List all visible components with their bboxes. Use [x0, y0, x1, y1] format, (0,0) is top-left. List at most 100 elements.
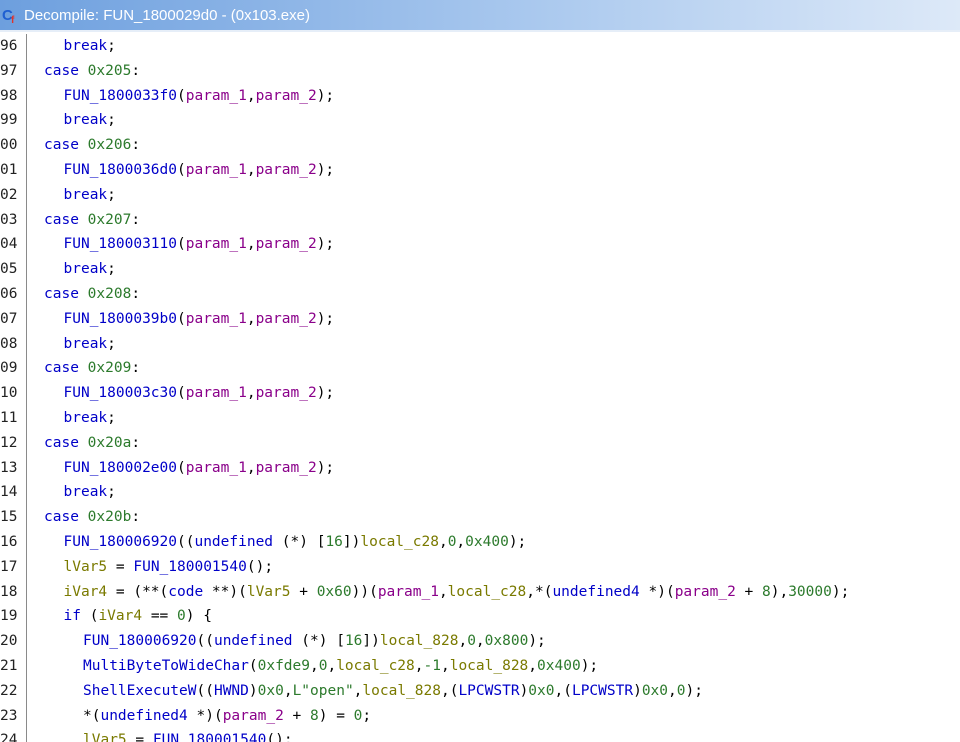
code-line[interactable]: 22 ShellExecuteW((HWND)0x0,L"open",local_…: [0, 679, 960, 703]
number-token: 0x20b: [87, 509, 132, 526]
param-token[interactable]: param_2: [256, 88, 317, 104]
ghidra-decompile-icon: C f: [2, 6, 20, 26]
keyword-token: case: [44, 360, 79, 377]
local-var-token[interactable]: lVar5: [247, 584, 291, 600]
param-token[interactable]: param_2: [256, 460, 317, 476]
code-line[interactable]: 19 if (iVar4 == 0) {: [0, 604, 960, 628]
punct-token: =: [107, 558, 134, 575]
punct-token: (: [177, 310, 186, 327]
punct-token: );: [316, 310, 335, 327]
code-line[interactable]: 13 FUN_180002e00(param_1,param_2);: [0, 456, 960, 480]
type-token: undefined: [194, 534, 274, 550]
function-token[interactable]: MultiByteToWideChar: [83, 658, 249, 674]
line-number: 99: [0, 112, 18, 129]
code-line[interactable]: 12 case 0x20a:: [0, 431, 960, 455]
param-token[interactable]: param_1: [378, 584, 439, 600]
function-token[interactable]: FUN_180001540: [133, 559, 247, 575]
local-var-token[interactable]: iVar4: [98, 608, 142, 624]
param-token[interactable]: param_1: [186, 460, 247, 476]
code-line[interactable]: 99 break;: [0, 108, 960, 132]
code-text: case 0x207:: [44, 208, 140, 232]
param-token[interactable]: param_1: [186, 88, 247, 104]
punct-token: ): [519, 682, 529, 699]
param-token[interactable]: param_2: [256, 236, 317, 252]
punct-token: +: [283, 707, 311, 724]
code-line[interactable]: 04 FUN_180003110(param_1,param_2);: [0, 232, 960, 256]
code-line[interactable]: 23 *(undefined4 *)(param_2 + 8) = 0;: [0, 704, 960, 728]
code-line[interactable]: 14 break;: [0, 480, 960, 504]
local-var-token[interactable]: local_c28: [360, 534, 439, 550]
code-line[interactable]: 16 FUN_180006920((undefined (*) [16])loca…: [0, 530, 960, 554]
local-var-token[interactable]: local_828: [450, 658, 529, 674]
code-line[interactable]: 02 break;: [0, 183, 960, 207]
type-token: code: [168, 583, 204, 600]
code-line[interactable]: 07 FUN_1800039b0(param_1,param_2);: [0, 307, 960, 331]
code-line[interactable]: 05 break;: [0, 257, 960, 281]
local-var-token[interactable]: iVar4: [64, 584, 108, 600]
punct-token: [79, 63, 88, 79]
param-token[interactable]: param_2: [256, 162, 317, 178]
local-var-token[interactable]: local_c28: [336, 658, 415, 674]
punct-token: ))(: [351, 583, 378, 600]
code-line[interactable]: 09 case 0x209:: [0, 356, 960, 380]
local-var-token[interactable]: lVar5: [64, 559, 108, 575]
function-token[interactable]: ShellExecuteW: [83, 683, 197, 699]
local-var-token[interactable]: local_828: [362, 683, 441, 699]
punct-token: ): [248, 682, 258, 699]
punct-token: = (**(: [107, 583, 169, 600]
function-token[interactable]: FUN_1800033f0: [64, 88, 178, 104]
local-var-token[interactable]: lVar5: [83, 732, 127, 742]
code-line[interactable]: 06 case 0x208:: [0, 282, 960, 306]
param-token[interactable]: param_2: [223, 708, 284, 724]
line-number: 14: [0, 484, 18, 501]
code-line[interactable]: 00 case 0x206:: [0, 133, 960, 157]
punct-token: ;: [107, 186, 116, 203]
punct-token: ): [633, 682, 642, 699]
function-token[interactable]: FUN_180002e00: [64, 460, 178, 476]
code-line[interactable]: 96 break;: [0, 34, 960, 58]
code-line[interactable]: 18 iVar4 = (**(code **)(lVar5 + 0x60))(pa…: [0, 580, 960, 604]
code-line[interactable]: 01 FUN_1800036d0(param_1,param_2);: [0, 158, 960, 182]
number-token: 8: [310, 707, 319, 724]
punct-token: [79, 509, 88, 525]
punct-token: :: [131, 286, 141, 302]
line-number: 21: [0, 658, 18, 674]
function-token[interactable]: FUN_180006920: [64, 534, 178, 550]
code-text: if (iVar4 == 0) {: [64, 604, 212, 628]
function-token[interactable]: FUN_180003c30: [64, 385, 178, 401]
param-token[interactable]: param_1: [186, 236, 247, 252]
local-var-token[interactable]: local_828: [380, 633, 459, 649]
param-token[interactable]: param_2: [256, 311, 317, 327]
code-line[interactable]: 08 break;: [0, 332, 960, 356]
punct-token: ,: [528, 658, 538, 674]
code-line[interactable]: 03 case 0x207:: [0, 208, 960, 232]
function-token[interactable]: FUN_180001540: [153, 732, 267, 742]
code-line[interactable]: 15 case 0x20b:: [0, 505, 960, 529]
punct-token: ();: [246, 558, 274, 575]
punct-token: :: [131, 509, 141, 526]
local-var-token[interactable]: local_c28: [448, 584, 527, 600]
function-token[interactable]: FUN_180003110: [64, 236, 178, 252]
code-line[interactable]: 97 case 0x205:: [0, 59, 960, 83]
window-titlebar[interactable]: C f Decompile: FUN_1800029d0 - (0x103.ex…: [0, 0, 960, 30]
function-token[interactable]: FUN_1800039b0: [64, 311, 178, 327]
param-token[interactable]: param_2: [256, 385, 317, 401]
function-token[interactable]: FUN_180006920: [83, 633, 197, 649]
code-line[interactable]: 98 FUN_1800033f0(param_1,param_2);: [0, 84, 960, 108]
code-line[interactable]: 20 FUN_180006920((undefined (*) [16])loca…: [0, 629, 960, 653]
param-token[interactable]: param_2: [675, 584, 736, 600]
code-text: break;: [64, 406, 116, 430]
code-line[interactable]: 17 lVar5 = FUN_180001540();: [0, 555, 960, 579]
code-line[interactable]: 10 FUN_180003c30(param_1,param_2);: [0, 381, 960, 405]
decompiler-code-view[interactable]: 96 break; 97 case 0x205: 98 FUN_1800033f0(par…: [0, 34, 960, 742]
code-line[interactable]: 21 MultiByteToWideChar(0xfde9,0,local_c28…: [0, 654, 960, 678]
param-token[interactable]: param_1: [186, 162, 247, 178]
param-token[interactable]: param_1: [186, 311, 247, 327]
function-token[interactable]: FUN_1800036d0: [64, 162, 178, 178]
number-token: 0x205: [87, 62, 132, 79]
punct-token: );: [685, 682, 703, 699]
param-token[interactable]: param_1: [186, 385, 247, 401]
code-line[interactable]: 24 lVar5 = FUN_180001540();: [0, 728, 960, 742]
keyword-token: break: [63, 112, 108, 129]
code-line[interactable]: 11 break;: [0, 406, 960, 430]
